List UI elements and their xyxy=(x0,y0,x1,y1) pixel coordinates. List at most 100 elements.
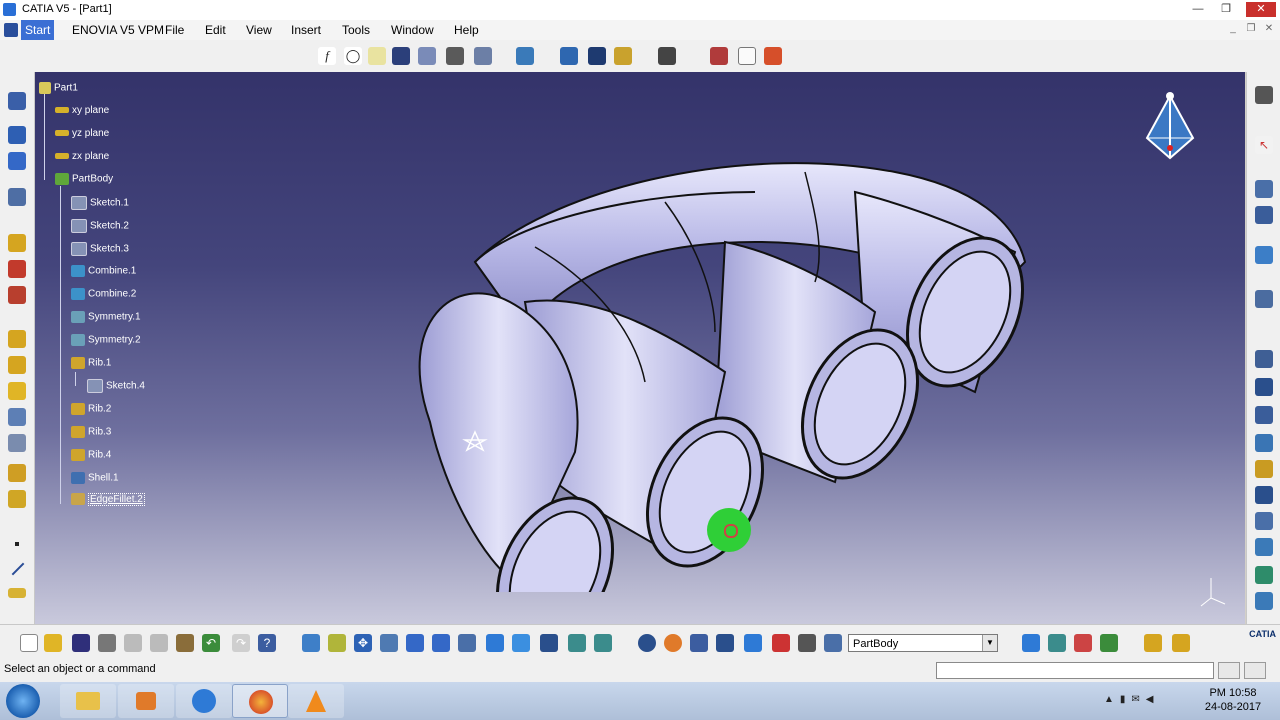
start-orb-icon[interactable] xyxy=(6,684,40,718)
hole-icon[interactable] xyxy=(1255,486,1273,504)
groove-icon[interactable] xyxy=(1074,634,1092,652)
scale-icon[interactable] xyxy=(1255,406,1273,424)
sheet-icon[interactable] xyxy=(614,47,632,65)
pad-icon[interactable] xyxy=(8,234,26,252)
thread-icon[interactable] xyxy=(1255,460,1273,478)
new-icon[interactable] xyxy=(20,634,38,652)
fillet-icon[interactable] xyxy=(8,330,26,348)
open-icon[interactable] xyxy=(44,634,62,652)
light-icon[interactable] xyxy=(368,47,386,65)
plane-icon[interactable] xyxy=(8,588,26,598)
compass-icon[interactable] xyxy=(1135,88,1205,168)
slot-icon[interactable] xyxy=(1255,538,1273,556)
formula-icon[interactable]: f xyxy=(318,47,336,65)
shading-icon[interactable] xyxy=(512,634,530,652)
tree-node-edgefillet2[interactable]: EdgeFillet.2 xyxy=(71,492,145,506)
chevron-down-icon[interactable]: ▼ xyxy=(982,635,997,651)
paste-icon[interactable] xyxy=(176,634,194,652)
cut-icon[interactable] xyxy=(124,634,142,652)
exhaust-manifold-model[interactable] xyxy=(335,132,1075,592)
rib-icon[interactable] xyxy=(1255,512,1273,530)
multi-pocket-icon[interactable] xyxy=(1172,634,1190,652)
sketch-analysis-icon[interactable] xyxy=(8,126,26,144)
draft-icon[interactable] xyxy=(8,382,26,400)
tree-node-symmetry1[interactable]: Symmetry.1 xyxy=(71,311,141,323)
swap-icon[interactable] xyxy=(568,634,586,652)
tree-node-sketch4[interactable]: Sketch.4 xyxy=(87,379,145,393)
zoom-area-icon[interactable] xyxy=(8,188,26,206)
publish-icon[interactable] xyxy=(772,634,790,652)
tree-node-combine2[interactable]: Combine.2 xyxy=(71,288,136,300)
status-button-right[interactable] xyxy=(1244,662,1266,679)
undo-icon[interactable]: ↶ xyxy=(202,634,220,652)
shell-icon[interactable] xyxy=(8,408,26,426)
menu-view[interactable]: View xyxy=(242,20,276,40)
refresh-icon[interactable] xyxy=(594,634,612,652)
minimize-button[interactable]: — xyxy=(1186,2,1210,17)
tree-node-partbody[interactable]: PartBody xyxy=(55,173,113,185)
close-button[interactable]: ✕ xyxy=(1246,2,1276,17)
axis-icon[interactable] xyxy=(664,634,682,652)
menu-enovia[interactable]: ENOVIA V5 VPM xyxy=(68,20,168,40)
thickness-icon[interactable] xyxy=(8,434,26,452)
point-tool-icon[interactable] xyxy=(15,542,19,546)
save-icon[interactable] xyxy=(72,634,90,652)
flag-icon[interactable] xyxy=(588,47,606,65)
doc-minimize-button[interactable]: _ xyxy=(1226,23,1240,34)
tree-node-sketch3[interactable]: Sketch.3 xyxy=(71,242,129,256)
tree-node-shell1[interactable]: Shell.1 xyxy=(71,472,119,484)
capture-icon[interactable] xyxy=(658,47,676,65)
copy-icon[interactable] xyxy=(150,634,168,652)
grid-icon[interactable] xyxy=(8,152,26,170)
constraint-icon[interactable] xyxy=(716,634,734,652)
tree-node-rib2[interactable]: Rib.2 xyxy=(71,403,111,415)
mirror-icon[interactable] xyxy=(1255,350,1273,368)
pan-icon[interactable]: ✥ xyxy=(354,634,372,652)
doc-restore-button[interactable]: ❐ xyxy=(1244,23,1258,34)
status-button-left[interactable] xyxy=(1218,662,1240,679)
boolean-icon[interactable] xyxy=(1255,246,1273,264)
tree-node-zx-plane[interactable]: zx plane xyxy=(55,151,109,162)
vlc-icon[interactable] xyxy=(288,684,344,718)
tree-node-sketch2[interactable]: Sketch.2 xyxy=(71,219,129,233)
catia-icon[interactable] xyxy=(176,684,232,718)
tree-node-rib3[interactable]: Rib.3 xyxy=(71,426,111,438)
line-tool-icon[interactable] xyxy=(11,562,25,576)
annotation-icon[interactable] xyxy=(738,47,756,65)
zoom-out-icon[interactable] xyxy=(432,634,450,652)
text-icon[interactable] xyxy=(710,47,728,65)
tree-node-rib1[interactable]: Rib.1 xyxy=(71,357,111,369)
surface-icon[interactable] xyxy=(1255,434,1273,452)
apply-material-icon[interactable] xyxy=(446,47,464,65)
menu-window[interactable]: Window xyxy=(387,20,438,40)
tree-node-combine1[interactable]: Combine.1 xyxy=(71,265,136,277)
firefox-icon[interactable] xyxy=(232,684,288,718)
axis-system-icon[interactable] xyxy=(1255,206,1273,224)
menu-insert[interactable]: Insert xyxy=(287,20,325,40)
command-input[interactable] xyxy=(936,662,1214,679)
tree-node-sketch1[interactable]: Sketch.1 xyxy=(71,196,129,210)
measure-icon[interactable] xyxy=(474,47,492,65)
update-icon[interactable] xyxy=(638,634,656,652)
compass-tool-icon[interactable] xyxy=(1255,86,1273,104)
chamfer-icon[interactable] xyxy=(8,356,26,374)
print-icon[interactable] xyxy=(98,634,116,652)
stiffener-icon[interactable] xyxy=(1255,566,1273,584)
knowledge-icon[interactable] xyxy=(744,634,762,652)
render-icon[interactable] xyxy=(764,47,782,65)
catalog-icon[interactable] xyxy=(418,47,436,65)
zoom-in-icon[interactable] xyxy=(406,634,424,652)
hole-tool-icon[interactable] xyxy=(1100,634,1118,652)
rotate-icon[interactable] xyxy=(380,634,398,652)
comment-icon[interactable]: ◯ xyxy=(344,47,362,65)
pattern-icon[interactable] xyxy=(1255,378,1273,396)
fit-all-icon[interactable] xyxy=(328,634,346,652)
translate-icon[interactable] xyxy=(1255,290,1273,308)
pocket-icon[interactable] xyxy=(8,260,26,278)
tree-node-xy-plane[interactable]: xy plane xyxy=(55,105,109,116)
tree-node-part1[interactable]: Part1 xyxy=(39,82,78,94)
select-icon[interactable]: ↖ xyxy=(1255,136,1273,154)
redo-icon[interactable]: ↷ xyxy=(232,634,250,652)
menu-help[interactable]: Help xyxy=(450,20,483,40)
tree-node-yz-plane[interactable]: yz plane xyxy=(55,128,109,139)
